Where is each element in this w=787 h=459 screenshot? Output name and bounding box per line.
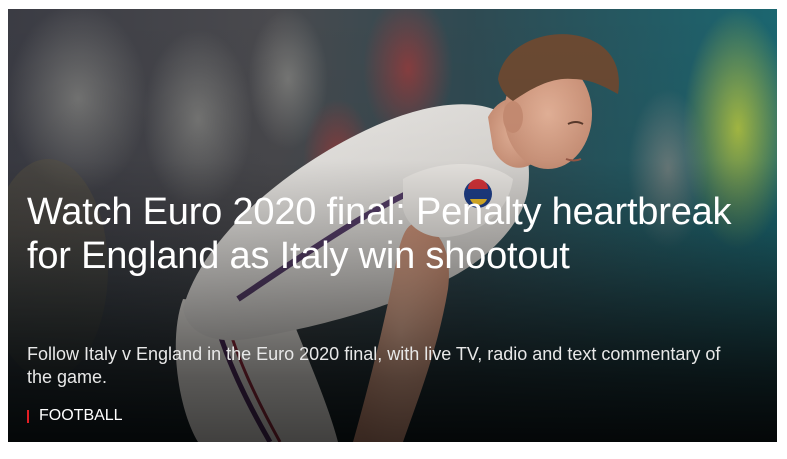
story-summary: Follow Italy v England in the Euro 2020 … bbox=[27, 344, 721, 387]
section-label: FOOTBALL bbox=[39, 407, 123, 424]
section-accent-bar bbox=[27, 409, 29, 423]
story-headline[interactable]: Watch Euro 2020 final: Penalty heartbrea… bbox=[27, 190, 757, 278]
story-card[interactable]: Watch Euro 2020 final: Penalty heartbrea… bbox=[8, 9, 777, 442]
section-link-football[interactable]: FOOTBALL bbox=[27, 407, 123, 425]
